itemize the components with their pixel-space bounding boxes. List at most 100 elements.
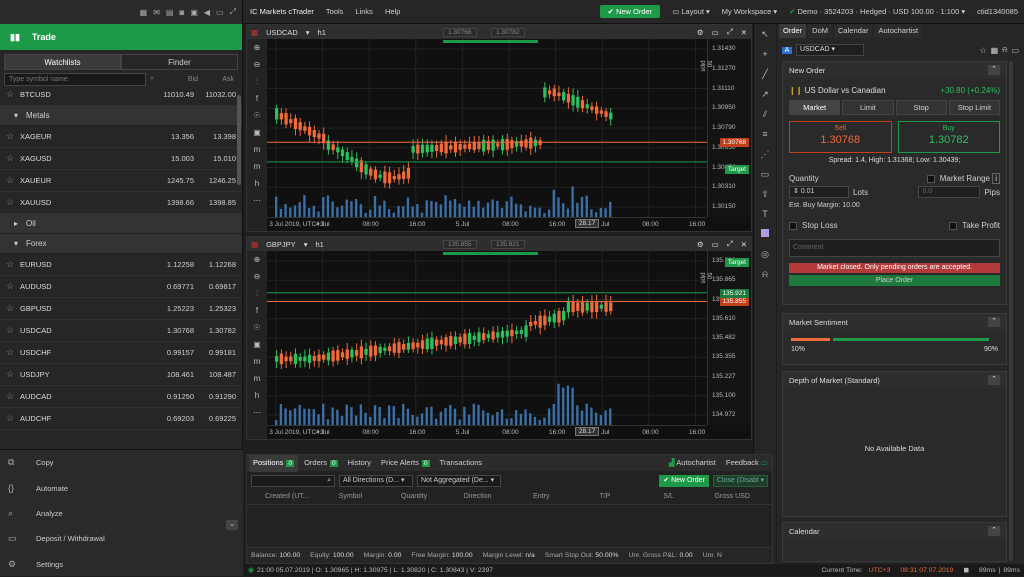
close-disabled-button[interactable]: Close (Disabl ▾ <box>712 475 768 487</box>
symbol-dropdown-icon[interactable]: ▾ <box>304 240 308 249</box>
h1-icon[interactable]: h <box>247 175 267 192</box>
list-item[interactable]: ☆ AUDCHF 0.69203 0.69225 <box>0 408 242 430</box>
chart-gbpjpy[interactable]: ▦ GBPJPY ▾ h1 ⚙ ▭ ⤢ ✕ ⊕ ⊖ ⫶ f ☉ ▣ m m h ⋯ 135.855 135.921 13… <box>246 236 752 440</box>
menu-tools[interactable]: Tools <box>326 7 344 16</box>
star-icon[interactable]: ☆ <box>6 197 20 208</box>
list-item[interactable]: ☆ XAUEUR 1245.75 1246.25 <box>0 170 242 192</box>
settings-icon[interactable]: ⚙ <box>697 28 704 37</box>
close-icon[interactable]: ✕ <box>741 28 747 37</box>
cursor-icon[interactable]: ↖ <box>754 24 776 44</box>
list-item[interactable]: ☆ AUDUSD 0.69771 0.69817 <box>0 276 242 298</box>
price-axis[interactable]: 135.992135.865135.737135.610135.482135.3… <box>699 251 751 425</box>
hide-icon[interactable]: ◎ <box>754 244 776 264</box>
collapse-chevron-icon[interactable]: ⌄ <box>226 520 238 530</box>
collapse-icon[interactable]: ⌃ <box>988 317 1000 327</box>
stop-loss-checkbox[interactable] <box>789 221 797 230</box>
zoom-out-icon[interactable]: ⊖ <box>247 56 267 73</box>
arrow-tool-icon[interactable]: ⇧ <box>754 184 776 204</box>
grid-icon[interactable]: ▦ <box>140 8 148 17</box>
toggle-icon[interactable]: ◼ <box>963 566 969 574</box>
bell-icon[interactable]: ⍾ <box>1002 45 1007 55</box>
group-forex[interactable]: ▾ Forex <box>0 234 242 254</box>
close-icon[interactable]: ✕ <box>741 240 747 249</box>
column-header[interactable]: Symbol <box>319 493 383 500</box>
timeframe-selector[interactable]: h1 <box>318 28 326 37</box>
grid-icon[interactable]: ▦ <box>991 46 999 55</box>
info-icon[interactable]: i <box>992 173 1000 184</box>
settings-icon[interactable]: ⚙ <box>697 240 704 249</box>
stop-loss-toggle[interactable]: Stop Loss <box>789 221 838 230</box>
list-item[interactable]: ☆ GBPUSD 1.25223 1.25323 <box>0 298 242 320</box>
timeframe-selector[interactable]: h1 <box>315 240 323 249</box>
tab-positions[interactable]: Positions 0 <box>249 454 299 472</box>
fullscreen-icon[interactable]: ⤢ <box>230 7 236 17</box>
m5-icon[interactable]: m <box>247 158 267 175</box>
zoom-out-icon[interactable]: ⊖ <box>247 268 267 285</box>
tab-order[interactable]: Order <box>779 24 807 38</box>
autochartist-button[interactable]: ▟ Autochartist <box>665 455 720 471</box>
bulb-icon[interactable]: ☉ <box>247 107 267 124</box>
list-item[interactable]: ☆AUDJPY75.69475.726 <box>0 430 242 435</box>
tab-transactions[interactable]: Transactions <box>436 455 487 471</box>
column-header[interactable]: Entry <box>510 493 574 500</box>
tab-orders[interactable]: Orders 0 <box>300 455 342 472</box>
list-item[interactable]: ☆ XAGEUR 13.356 13.398 <box>0 126 242 148</box>
list-item[interactable]: ☆ XAUUSD 1398.66 1398.85 <box>0 192 242 214</box>
column-header[interactable]: Quantity <box>382 493 446 500</box>
camera-icon[interactable]: ◙ <box>179 8 184 17</box>
list-item[interactable]: ☆ EURUSD 1.12258 1.12268 <box>0 254 242 276</box>
menu-automate[interactable]: {} Automate <box>0 475 243 500</box>
group-oil[interactable]: ▸ Oil <box>0 214 242 234</box>
aggregation-filter[interactable]: Not Aggregated (De... ▾ <box>417 475 501 487</box>
column-header[interactable]: T/P <box>573 493 637 500</box>
bar-type-icon[interactable]: ⫶ <box>247 73 267 90</box>
target-tag[interactable]: Target <box>724 165 749 175</box>
tab-finder[interactable]: Finder <box>121 54 238 70</box>
menu-deposit[interactable]: ▭ Deposit / Withdrawal <box>0 526 243 551</box>
market-range-checkbox[interactable] <box>926 174 935 183</box>
more-icon[interactable]: ⋯ <box>247 404 267 421</box>
calculator-icon[interactable]: ▣ <box>190 8 198 17</box>
star-icon[interactable]: ☆ <box>6 413 20 424</box>
color-swatch-icon[interactable] <box>754 224 776 244</box>
tab-history[interactable]: History <box>344 455 375 471</box>
ctid-menu[interactable]: ctid1340085 <box>977 7 1018 16</box>
bulb-icon[interactable]: ☉ <box>247 319 267 336</box>
chart-icon[interactable]: ▤ <box>166 8 174 17</box>
indicator-icon[interactable]: ▣ <box>247 124 267 141</box>
star-icon[interactable]: ☆ <box>6 391 20 402</box>
market-range-input[interactable]: 0.0 <box>918 186 981 198</box>
chart-plot[interactable] <box>267 251 707 425</box>
new-order-button[interactable]: ✔ New Order <box>599 5 661 18</box>
menu-analyze[interactable]: ⌕ Analyze <box>0 501 243 526</box>
maximize-icon[interactable]: ⤢ <box>727 239 733 249</box>
take-profit-toggle[interactable]: Take Profit <box>949 221 1000 230</box>
candles-svg[interactable] <box>267 39 707 217</box>
symbol-dropdown-icon[interactable]: ▾ <box>306 28 310 37</box>
star-icon[interactable]: ☆ <box>6 153 20 164</box>
star-icon[interactable]: ☆ <box>6 347 20 358</box>
collapse-icon[interactable]: ⌃ <box>988 375 1000 385</box>
maximize-icon[interactable]: ⤢ <box>727 27 733 37</box>
symbol-search-input[interactable]: Type symbol name <box>4 72 147 86</box>
star-icon[interactable]: ☆ <box>6 259 20 270</box>
time-axis[interactable]: 3 Jul 2019, UTC+3 4 Jul 08:00 16:00 5 Jul 08:… <box>267 217 707 231</box>
list-item[interactable]: ☆ AUDCAD 0.91250 0.91290 <box>0 386 242 408</box>
facebook-icon[interactable]: f <box>247 90 267 107</box>
order-type-stop[interactable]: Stop <box>895 100 947 115</box>
menu-copy[interactable]: ⧉ Copy <box>0 450 243 475</box>
comment-input[interactable]: Comment <box>789 239 1000 257</box>
chart-symbol[interactable]: USDCAD <box>266 28 298 37</box>
tab-dom[interactable]: DoM <box>808 24 833 38</box>
pattern-icon[interactable]: ⋰ <box>754 144 776 164</box>
chart-bid-box[interactable]: 135.855 <box>443 240 477 249</box>
text-tool-icon[interactable]: T <box>754 204 776 224</box>
menu-settings[interactable]: ⚙ Settings <box>0 552 243 577</box>
star-icon[interactable]: ☆ <box>6 281 20 292</box>
star-icon[interactable]: ☆ <box>6 369 20 380</box>
list-item[interactable]: ☆ XAGUSD 15.003 15.010 <box>0 148 242 170</box>
workspace-menu[interactable]: My Workspace ▾ <box>722 7 777 16</box>
search-icon[interactable]: ⌕ <box>150 75 154 83</box>
tab-watchlists[interactable]: Watchlists <box>4 54 121 70</box>
facebook-icon[interactable]: f <box>247 302 267 319</box>
